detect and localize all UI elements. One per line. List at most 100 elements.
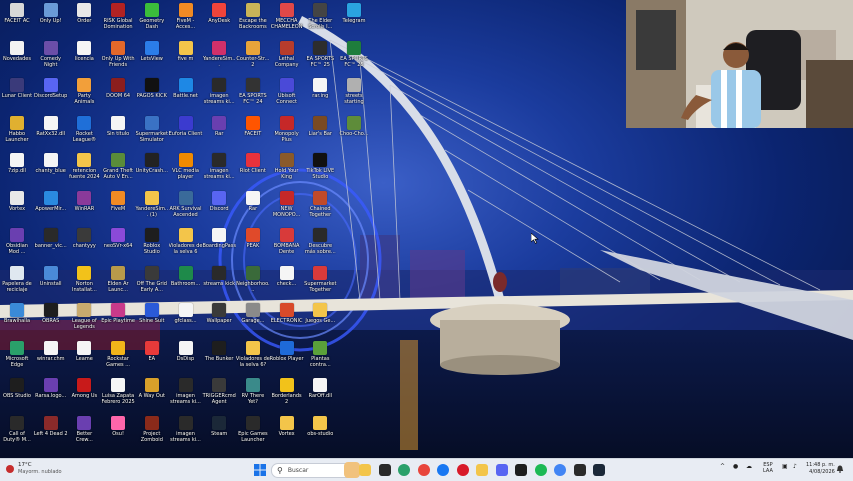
- desktop-shortcut[interactable]: Bathroom...: [169, 265, 203, 287]
- desktop-shortcut[interactable]: Borderlands 2: [270, 378, 304, 405]
- desktop-shortcut[interactable]: Ubisoft Connect: [270, 78, 304, 105]
- desktop-shortcut[interactable]: TikTok LIVE Studio: [303, 153, 337, 180]
- desktop-shortcut[interactable]: Shine Suit: [135, 303, 169, 324]
- file-explorer-icon[interactable]: [359, 464, 371, 476]
- desktop-shortcut[interactable]: Papelera de reciclaje: [0, 265, 34, 293]
- desktop-shortcut[interactable]: Better Crew...: [67, 415, 101, 443]
- desktop-shortcut[interactable]: Rar: [236, 190, 270, 212]
- desktop-shortcut[interactable]: check...: [270, 265, 304, 287]
- desktop-shortcut[interactable]: Counter-Str... 2: [236, 40, 270, 68]
- desktop-shortcut[interactable]: Order: [67, 3, 101, 24]
- desktop-shortcut[interactable]: League of Legends: [67, 303, 101, 330]
- desktop-shortcut[interactable]: Roblox Studio: [135, 228, 169, 255]
- desktop-shortcut[interactable]: Vortex: [0, 190, 34, 212]
- desktop-shortcut[interactable]: imagen streams ki...: [202, 153, 236, 180]
- opera-icon[interactable]: [456, 464, 469, 476]
- desktop-shortcut[interactable]: imagen streams ki...: [169, 415, 203, 443]
- desktop-shortcut[interactable]: Elden Ar Launc...: [101, 265, 135, 293]
- desktop-shortcut[interactable]: Telegram: [337, 3, 371, 24]
- desktop-shortcut[interactable]: YandereSim...: [202, 40, 236, 68]
- desktop-shortcut[interactable]: FiveM - Acces...: [169, 3, 203, 30]
- desktop-shortcut[interactable]: gfclass...: [169, 303, 203, 324]
- desktop-shortcut[interactable]: Lunar Client: [0, 78, 34, 99]
- desktop-shortcut[interactable]: PEAK: [236, 228, 270, 249]
- obs-icon[interactable]: [573, 464, 586, 476]
- desktop-shortcut[interactable]: Rockstar Games ...: [101, 340, 135, 368]
- desktop-shortcut[interactable]: neoSVr-x64: [101, 228, 135, 249]
- desktop-shortcut[interactable]: Chained Together: [303, 190, 337, 218]
- desktop-shortcut[interactable]: chanty_blue: [34, 153, 68, 174]
- desktop-shortcut[interactable]: ARK Survival Ascended: [169, 190, 203, 218]
- desktop-shortcut[interactable]: Descubre más sobre...: [303, 228, 337, 255]
- system-clock[interactable]: 11:48 p. m. 4/08/2026: [806, 462, 835, 476]
- desktop-shortcut[interactable]: Brawlhalla: [0, 303, 34, 324]
- desktop-shortcut[interactable]: retencion fuente 2024: [67, 153, 101, 180]
- desktop-shortcut[interactable]: OBS Studio: [0, 378, 34, 399]
- steam-icon[interactable]: [593, 464, 605, 476]
- desktop-shortcut[interactable]: Discord: [202, 190, 236, 212]
- desktop-shortcut[interactable]: RISK Global Domination: [101, 3, 135, 30]
- network-icon[interactable]: ▣: [782, 463, 788, 470]
- desktop-shortcut[interactable]: banner_vic...: [34, 228, 68, 249]
- desktop-shortcut[interactable]: NEW MONOPO...: [270, 190, 304, 218]
- desktop-shortcut[interactable]: UnityCrash...: [135, 153, 169, 174]
- desktop-shortcut[interactable]: ApowerMir...: [34, 190, 68, 212]
- windows-start-icon[interactable]: [254, 464, 266, 476]
- discord-icon[interactable]: [495, 464, 508, 476]
- desktop-shortcut[interactable]: Riot Client: [236, 153, 270, 174]
- desktop-shortcut[interactable]: WinRAR: [67, 190, 101, 212]
- desktop-shortcut[interactable]: Osu!: [101, 415, 135, 437]
- desktop-shortcut[interactable]: Garage...: [236, 303, 270, 324]
- facebook-icon[interactable]: [437, 464, 449, 476]
- desktop-shortcut[interactable]: Call of Duty® M...: [0, 415, 34, 443]
- desktop-shortcut[interactable]: Project Zomboid: [135, 415, 169, 443]
- desktop-shortcut[interactable]: Habbo Launcher: [0, 115, 34, 143]
- desktop-shortcut[interactable]: Violadores de la selva 6: [169, 228, 203, 255]
- desktop-shortcut[interactable]: VLC media player: [169, 153, 203, 180]
- desktop-shortcut[interactable]: imagen streams ki...: [202, 78, 236, 105]
- desktop-shortcut[interactable]: DsDisp: [169, 340, 203, 362]
- desktop-shortcut[interactable]: OBRAS: [34, 303, 68, 324]
- desktop-shortcut[interactable]: Lethal Company: [270, 40, 304, 68]
- desktop-shortcut[interactable]: Supermarket Together: [303, 265, 337, 293]
- desktop-shortcut[interactable]: DOOM 64: [101, 78, 135, 99]
- desktop-shortcut[interactable]: A Way Out: [135, 378, 169, 399]
- spotify-icon[interactable]: [534, 464, 547, 476]
- terminal-icon[interactable]: [515, 464, 527, 476]
- desktop-shortcut[interactable]: Only Up With Friends: [101, 40, 135, 68]
- desktop-shortcut[interactable]: Obsidian Mod ...: [0, 228, 34, 255]
- taskbar-search-box[interactable]: ⚲ Buscar: [271, 462, 360, 478]
- desktop-shortcut[interactable]: Epic Games Launcher: [236, 415, 270, 443]
- desktop-shortcut[interactable]: Wallpaper: [202, 303, 236, 324]
- desktop-shortcut[interactable]: Euforia Client: [169, 115, 203, 137]
- desktop-shortcut[interactable]: EA SPORTS FC™ 25: [303, 40, 337, 68]
- desktop-shortcut[interactable]: Luisa Zapata Febrero 2025: [101, 378, 135, 405]
- desktop-shortcut[interactable]: Rocket League®: [67, 115, 101, 143]
- desktop-shortcut[interactable]: Novedades: [0, 40, 34, 62]
- chrome-icon[interactable]: [554, 464, 566, 476]
- desktop-shortcut[interactable]: YandereSim... (1): [135, 190, 169, 218]
- desktop-shortcut[interactable]: FACEIT: [236, 115, 270, 137]
- notifications-bell-icon[interactable]: [836, 465, 844, 473]
- desktop-shortcut[interactable]: RV There Yet?: [236, 378, 270, 405]
- desktop-shortcut[interactable]: EA: [135, 340, 169, 362]
- desktop-shortcut[interactable]: Monopoly Plus: [270, 115, 304, 143]
- desktop-shortcut[interactable]: BOMBANA Dente: [270, 228, 304, 255]
- desktop-shortcut[interactable]: Left 4 Dead 2: [34, 415, 68, 437]
- desktop-shortcut[interactable]: FACEIT AC: [0, 3, 34, 24]
- desktop-shortcut[interactable]: 7zip.dll: [0, 153, 34, 174]
- edge-icon[interactable]: [398, 464, 410, 476]
- desktop-shortcut[interactable]: Uninstall: [34, 265, 68, 287]
- desktop-shortcut[interactable]: Sin título: [101, 115, 135, 137]
- desktop-shortcut[interactable]: Off The Grid Early A...: [135, 265, 169, 293]
- desktop-shortcut[interactable]: Violadores de la selva 6?: [236, 340, 270, 368]
- desktop-shortcut[interactable]: imagen streams ki...: [169, 378, 203, 405]
- desktop-shortcut[interactable]: Rarsa.logo...: [34, 378, 68, 399]
- desktop-shortcut[interactable]: five m: [169, 40, 203, 62]
- desktop-shortcut[interactable]: TRIGGERcmd Agent: [202, 378, 236, 405]
- language-indicator[interactable]: ESP LAA: [763, 462, 773, 474]
- desktop-shortcut[interactable]: Party Animals: [67, 78, 101, 105]
- volume-icon[interactable]: ♪: [793, 463, 797, 470]
- desktop-shortcut[interactable]: Leame: [67, 340, 101, 362]
- desktop-shortcut[interactable]: Microsoft Edge: [0, 340, 34, 368]
